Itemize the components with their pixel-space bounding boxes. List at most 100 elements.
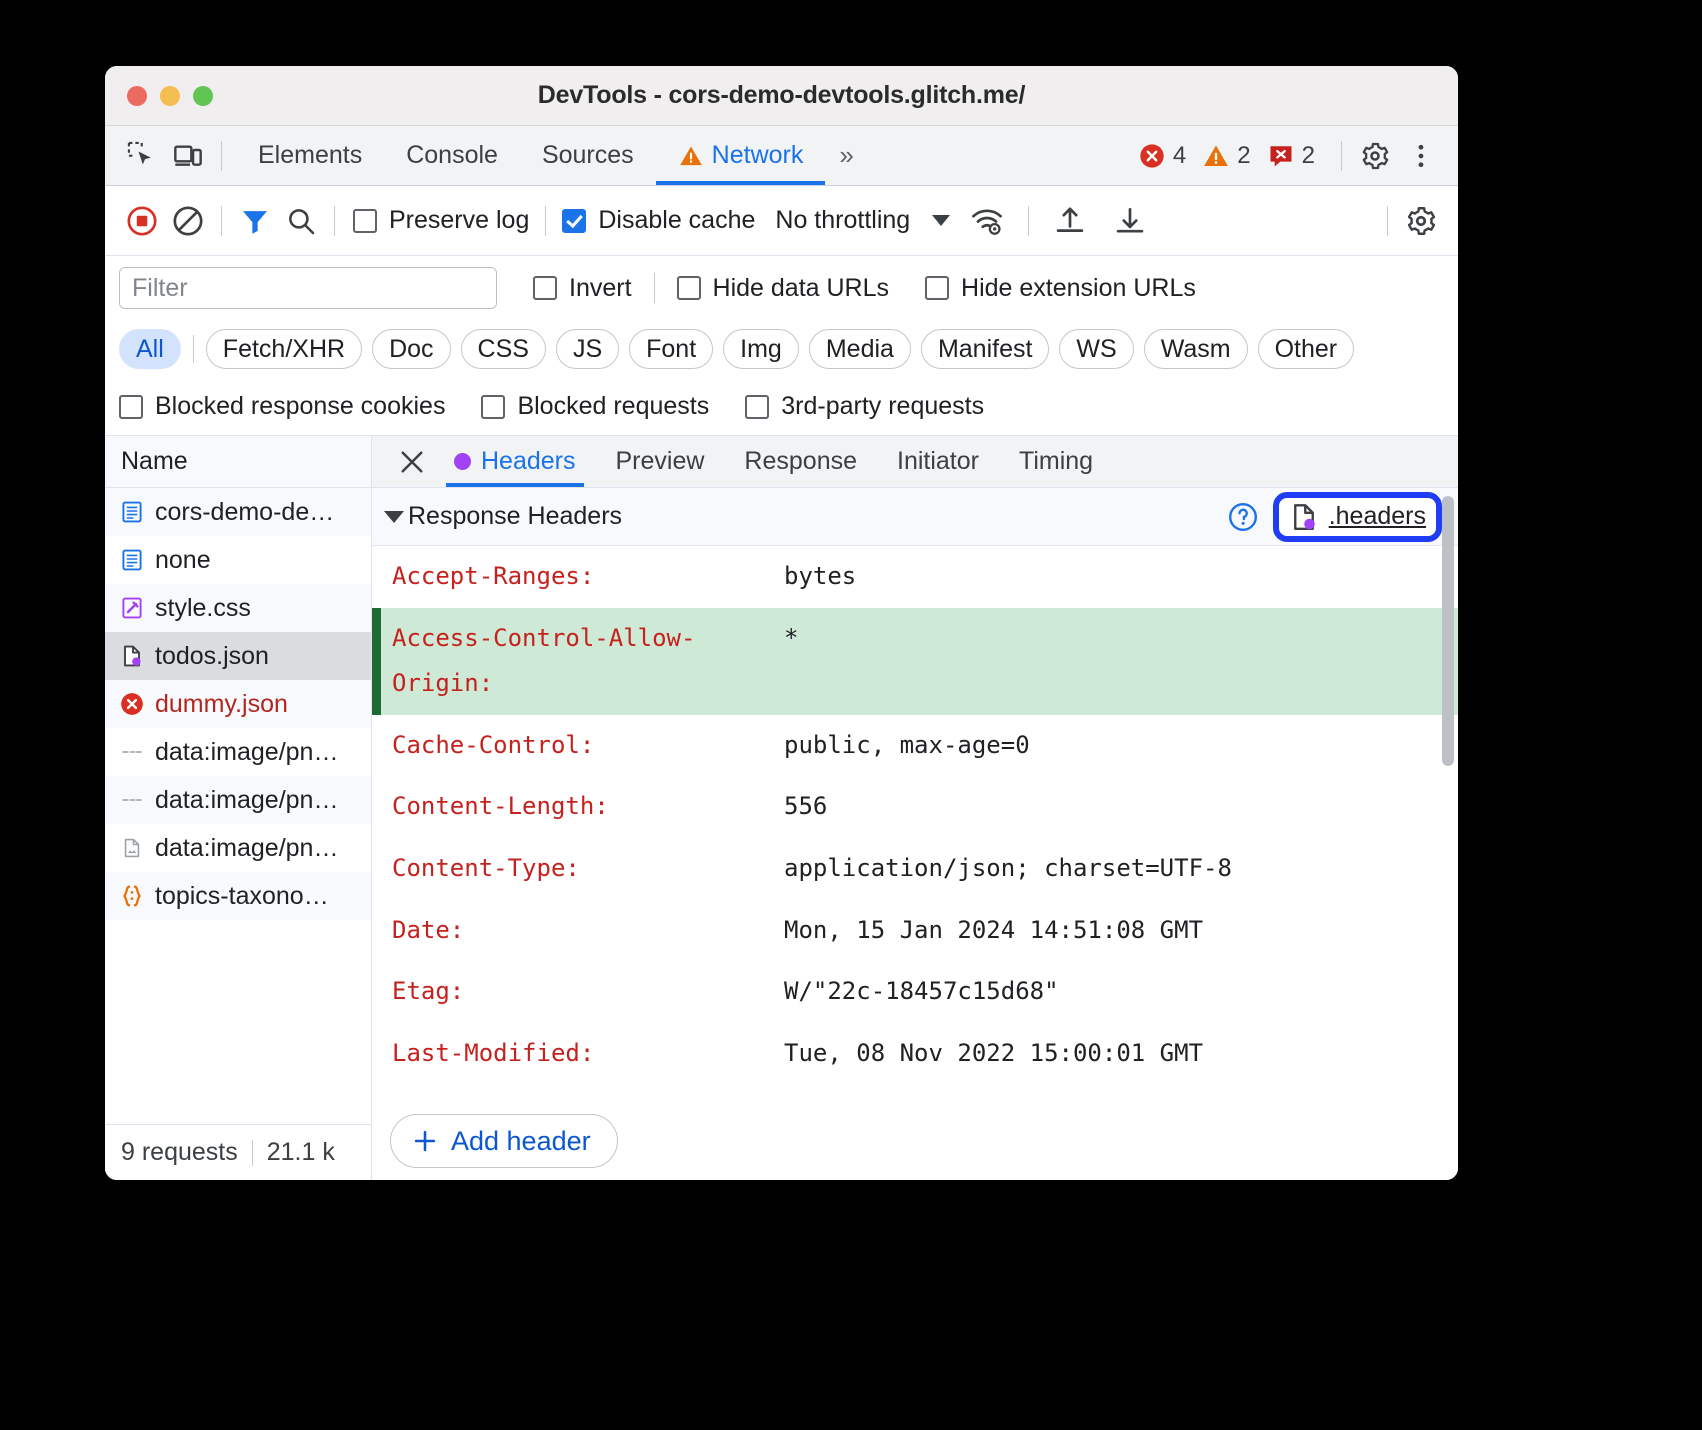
hide-extension-urls-box[interactable] (925, 276, 949, 300)
preserve-log-checkbox[interactable]: Preserve log (353, 206, 529, 235)
upload-har-icon[interactable] (1047, 198, 1093, 244)
third-party-requests-checkbox[interactable]: 3rd-party requests (745, 392, 984, 421)
tab-console[interactable]: Console (384, 126, 520, 185)
tab-timing[interactable]: Timing (999, 436, 1113, 487)
search-icon[interactable] (278, 198, 324, 244)
header-value[interactable]: Tue, 08 Nov 2022 15:00:01 GMT (784, 1031, 1458, 1077)
invert-box[interactable] (533, 276, 557, 300)
hide-data-urls-box[interactable] (677, 276, 701, 300)
chip-wasm[interactable]: Wasm (1144, 329, 1248, 369)
request-row-dummy-json[interactable]: dummy.json (105, 680, 371, 728)
header-row-cache-control[interactable]: Cache-Control: public, max-age=0 (372, 715, 1458, 777)
header-value[interactable]: 556 (784, 784, 1458, 830)
header-row-x-powered-by[interactable]: X-Powered-By: Express (372, 1084, 1458, 1102)
chip-other[interactable]: Other (1258, 329, 1355, 369)
chip-media[interactable]: Media (809, 329, 911, 369)
throttling-select[interactable]: No throttling (775, 206, 950, 235)
header-row-etag[interactable]: Etag: W/"22c-18457c15d68" (372, 961, 1458, 1023)
chip-img[interactable]: Img (723, 329, 799, 369)
filter-bar: Filter Invert Hide data URLs Hide extens… (105, 256, 1458, 320)
request-row-data-image-3[interactable]: data:image/pn… (105, 824, 371, 872)
window-title-bar: DevTools - cors-demo-devtools.glitch.me/ (105, 66, 1458, 126)
request-name: data:image/pn… (155, 786, 338, 815)
wifi-settings-icon[interactable] (964, 198, 1010, 244)
chip-fetch-xhr[interactable]: Fetch/XHR (206, 329, 362, 369)
request-row-style-css[interactable]: style.css (105, 584, 371, 632)
gear-icon[interactable] (1352, 133, 1398, 179)
request-count: 9 requests (121, 1138, 238, 1167)
record-stop-icon[interactable] (119, 198, 165, 244)
issues-counter[interactable]: 2 (1267, 142, 1315, 170)
chip-divider (193, 335, 194, 363)
toolbar-divider (1341, 141, 1342, 171)
hide-data-urls-checkbox[interactable]: Hide data URLs (677, 274, 889, 303)
detail-scrollbar-thumb[interactable] (1442, 496, 1454, 766)
collapse-triangle-icon[interactable] (384, 511, 404, 523)
filter-input[interactable]: Filter (119, 267, 497, 309)
close-icon[interactable] (390, 440, 434, 484)
tab-response[interactable]: Response (724, 436, 877, 487)
header-row-access-control-allow-origin[interactable]: Access-Control-Allow-Origin: * (372, 608, 1458, 715)
disable-cache-checkbox[interactable]: Disable cache (562, 206, 755, 235)
gear-icon[interactable] (1398, 198, 1444, 244)
header-row-date[interactable]: Date: Mon, 15 Jan 2024 14:51:08 GMT (372, 900, 1458, 962)
header-row-accept-ranges[interactable]: Accept-Ranges: bytes (372, 546, 1458, 608)
header-value[interactable]: Mon, 15 Jan 2024 14:51:08 GMT (784, 908, 1458, 954)
blocked-response-cookies-checkbox[interactable]: Blocked response cookies (119, 392, 445, 421)
request-list-header[interactable]: Name (105, 436, 371, 488)
window-title: DevTools - cors-demo-devtools.glitch.me/ (105, 81, 1458, 110)
clear-network-log-icon[interactable] (165, 198, 211, 244)
hide-extension-urls-checkbox[interactable]: Hide extension URLs (925, 274, 1196, 303)
request-row-data-image-1[interactable]: data:image/pn… (105, 728, 371, 776)
blocked-response-cookies-box[interactable] (119, 395, 143, 419)
add-header-button[interactable]: Add header (390, 1114, 618, 1168)
header-value[interactable]: Express (784, 1092, 1458, 1102)
chip-font[interactable]: Font (629, 329, 713, 369)
blocked-requests-box[interactable] (481, 395, 505, 419)
tab-preview[interactable]: Preview (596, 436, 725, 487)
request-row-none[interactable]: none (105, 536, 371, 584)
chip-ws[interactable]: WS (1059, 329, 1133, 369)
tab-headers[interactable]: Headers (434, 436, 596, 487)
header-value[interactable]: bytes (784, 554, 1458, 600)
chevron-down-icon[interactable] (932, 215, 950, 226)
chip-manifest[interactable]: Manifest (921, 329, 1049, 369)
preserve-log-box[interactable] (353, 209, 377, 233)
chip-js[interactable]: JS (556, 329, 619, 369)
chip-doc[interactable]: Doc (372, 329, 450, 369)
headers-override-link[interactable]: .headers (1273, 492, 1442, 542)
third-party-requests-box[interactable] (745, 395, 769, 419)
tab-initiator[interactable]: Initiator (877, 436, 999, 487)
header-value[interactable]: W/"22c-18457c15d68" (784, 969, 1458, 1015)
request-row-data-image-2[interactable]: data:image/pn… (105, 776, 371, 824)
header-row-content-length[interactable]: Content-Length: 556 (372, 776, 1458, 838)
blocked-requests-checkbox[interactable]: Blocked requests (481, 392, 709, 421)
more-tabs-button[interactable]: » (825, 140, 864, 171)
device-toolbar-icon[interactable] (165, 133, 211, 179)
request-name: topics-taxono… (155, 882, 329, 911)
tab-elements[interactable]: Elements (236, 126, 384, 185)
request-row-cors-demo[interactable]: cors-demo-de… (105, 488, 371, 536)
chip-all[interactable]: All (119, 329, 181, 369)
kebab-menu-icon[interactable] (1398, 133, 1444, 179)
download-har-icon[interactable] (1107, 198, 1153, 244)
request-row-todos-json[interactable]: todos.json (105, 632, 371, 680)
detail-scrollbar[interactable] (1442, 496, 1454, 1098)
header-row-content-type[interactable]: Content-Type: application/json; charset=… (372, 838, 1458, 900)
warning-counter[interactable]: 2 (1202, 142, 1250, 170)
tab-sources[interactable]: Sources (520, 126, 656, 185)
header-row-last-modified[interactable]: Last-Modified: Tue, 08 Nov 2022 15:00:01… (372, 1023, 1458, 1085)
header-value[interactable]: * (784, 616, 1458, 662)
invert-checkbox[interactable]: Invert (533, 274, 632, 303)
header-value[interactable]: public, max-age=0 (784, 723, 1458, 769)
request-row-topics-taxonomy[interactable]: topics-taxono… (105, 872, 371, 920)
chip-css[interactable]: CSS (461, 329, 546, 369)
help-circle-icon[interactable] (1227, 501, 1259, 533)
inspect-element-icon[interactable] (119, 133, 165, 179)
filter-funnel-icon[interactable] (232, 198, 278, 244)
tab-network[interactable]: Network (656, 126, 826, 185)
header-value[interactable]: application/json; charset=UTF-8 (784, 846, 1458, 892)
disable-cache-box[interactable] (562, 209, 586, 233)
error-counter[interactable]: 4 (1138, 142, 1186, 170)
response-headers-section-header[interactable]: Response Headers (372, 488, 1458, 546)
